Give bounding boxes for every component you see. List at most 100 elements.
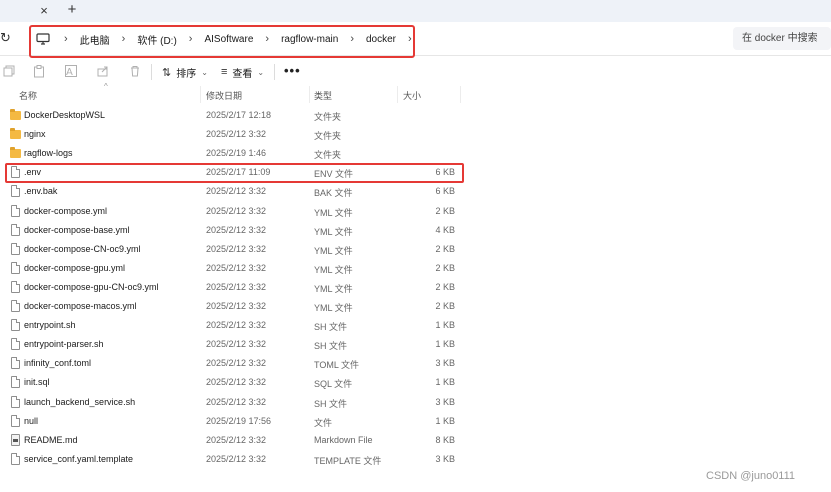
file-row[interactable]: entrypoint.sh 2025/2/12 3:32 SH 文件 1 KB [0,316,831,335]
file-name: docker-compose-gpu.yml [24,262,126,273]
file-row[interactable]: infinity_conf.toml 2025/2/12 3:32 TOML 文件 3… [0,354,831,373]
sort-button[interactable]: ⇅ 排序 ⌄ [162,63,208,81]
file-row[interactable]: docker-compose-gpu-CN-oc9.yml 2025/2/12 3… [0,278,831,297]
address-bar[interactable]: › 此电脑 › 软件 (D:) › AISoftware › ragflow-m… [28,25,728,53]
file-name: launch_backend_service.sh [24,396,136,407]
search-input[interactable]: 在 docker 中搜索 [733,27,831,50]
file-size: 3 KB [435,396,455,407]
rename-icon[interactable]: A [64,65,78,79]
breadcrumb-drive-d[interactable]: 软件 (D:) [137,32,176,47]
file-row[interactable]: .env 2025/2/17 11:09 ENV 文件 6 KB [0,163,831,182]
file-size: 1 KB [435,320,455,331]
file-icon [11,242,20,255]
sort-ascending-icon: ^ [104,82,108,91]
file-row[interactable]: docker-compose-gpu.yml 2025/2/12 3:32 YML … [0,259,831,278]
toolbar-divider [151,64,152,80]
file-size: 1 KB [435,415,455,426]
file-type: SH 文件 [314,322,348,333]
file-row[interactable]: init.sql 2025/2/12 3:32 SQL 文件 1 KB [0,373,831,392]
more-options-button[interactable]: ••• [284,63,301,78]
file-modified-date: 2025/2/12 3:32 [206,301,267,311]
chevron-right-icon[interactable]: › [408,33,412,45]
file-modified-date: 2025/2/17 11:09 [206,167,271,178]
chevron-right-icon[interactable]: › [64,33,68,45]
file-modified-date: 2025/2/12 3:32 [206,339,267,350]
chevron-right-icon[interactable]: › [350,33,354,45]
file-icon [11,414,20,427]
breadcrumb-docker[interactable]: docker [366,34,396,45]
column-header-size[interactable]: 大小 [403,89,421,102]
column-header-modified[interactable]: 修改日期 [206,89,242,102]
breadcrumb-aisoftware[interactable]: AISoftware [204,34,253,45]
file-type: TEMPLATE 文件 [314,455,382,466]
file-row[interactable]: docker-compose-base.yml 2025/2/12 3:32 YML… [0,221,831,240]
file-type: YML 文件 [314,283,353,294]
folder-icon [10,147,21,159]
folder-row[interactable]: DockerDesktopWSL 2025/2/17 12:18 文件夹 [0,106,831,125]
file-name: init.sql [24,377,50,388]
new-tab-icon[interactable]: + [64,2,80,18]
toolbar-divider [274,64,275,80]
column-divider[interactable] [200,86,201,103]
share-icon[interactable] [96,65,110,79]
breadcrumb-this-pc[interactable]: 此电脑 [80,32,110,47]
file-size: 6 KB [435,186,455,197]
chevron-right-icon[interactable]: › [265,33,269,45]
file-modified-date: 2025/2/12 3:32 [206,224,267,235]
close-tab-icon[interactable]: × [36,3,52,19]
file-name: entrypoint-parser.sh [24,339,104,350]
folder-row[interactable]: ragflow-logs 2025/2/19 1:46 文件夹 [0,144,831,163]
file-type: YML 文件 [314,207,353,218]
view-button[interactable]: ≡ 查看 ⌄ [221,63,264,81]
file-row[interactable]: docker-compose-macos.yml 2025/2/12 3:32 YM… [0,297,831,316]
refresh-icon[interactable]: ↻ [0,29,12,47]
file-type: 文件夹 [314,131,342,142]
file-type: SH 文件 [314,398,348,409]
file-modified-date: 2025/2/12 3:32 [206,434,267,445]
chevron-right-icon[interactable]: › [189,33,193,45]
column-divider[interactable] [397,86,398,103]
file-icon [11,261,20,274]
column-divider[interactable] [460,86,461,103]
file-type: 文件 [314,417,333,428]
paste-icon[interactable] [32,65,46,79]
view-label: 查看 [232,68,253,80]
file-type: SQL 文件 [314,379,353,390]
file-row[interactable]: launch_backend_service.sh 2025/2/12 3:32 S… [0,393,831,412]
copy-icon[interactable] [2,65,16,79]
file-type: 文件夹 [314,112,342,122]
file-row[interactable]: README.md 2025/2/12 3:32 Markdown File 8 KB [0,431,831,450]
file-type: YML 文件 [314,245,353,256]
file-modified-date: 2025/2/12 3:32 [206,129,267,140]
file-type: SH 文件 [314,341,348,352]
file-row[interactable]: docker-compose-CN-oc9.yml 2025/2/12 3:32 Y… [0,240,831,259]
file-modified-date: 2025/2/12 3:32 [206,320,267,331]
chevron-down-icon: ⌄ [201,67,208,77]
folder-icon [10,109,21,120]
file-size: 2 KB [435,301,455,311]
file-row[interactable]: service_conf.yaml.template 2025/2/12 3:32… [0,450,831,469]
delete-icon[interactable] [128,65,142,79]
file-row[interactable]: null 2025/2/19 17:56 文件 1 KB [0,412,831,431]
folder-row[interactable]: nginx 2025/2/12 3:32 文件夹 [0,125,831,144]
file-row[interactable]: entrypoint-parser.sh 2025/2/12 3:32 SH 文件 1… [0,335,831,354]
file-icon [11,204,20,217]
file-icon [11,395,20,408]
file-type: BAK 文件 [314,188,353,199]
watermark: CSDN @juno0111 [706,470,796,482]
column-header-name[interactable]: 名称 [19,89,37,102]
file-row[interactable]: docker-compose.yml 2025/2/12 3:32 YML 文件 2 … [0,202,831,221]
navigation-bar: ↻ › 此电脑 › 软件 (D:) › AISoftware › ragflow… [0,22,831,56]
file-name: service_conf.yaml.template [24,453,134,464]
column-header-type[interactable]: 类型 [314,89,332,102]
file-row[interactable]: .env.bak 2025/2/12 3:32 BAK 文件 6 KB [0,182,831,201]
column-divider[interactable] [309,86,310,103]
file-icon [11,166,20,179]
sort-icon: ⇅ [162,66,172,79]
chevron-right-icon[interactable]: › [122,33,126,45]
file-explorer-window: × + ↻ › 此电脑 › 软件 (D:) › AISoftware › rag… [0,0,831,492]
file-name: docker-compose-base.yml [24,224,130,235]
file-name: DockerDesktopWSL [24,110,106,120]
file-icon [11,452,20,465]
breadcrumb-ragflow-main[interactable]: ragflow-main [281,34,338,45]
